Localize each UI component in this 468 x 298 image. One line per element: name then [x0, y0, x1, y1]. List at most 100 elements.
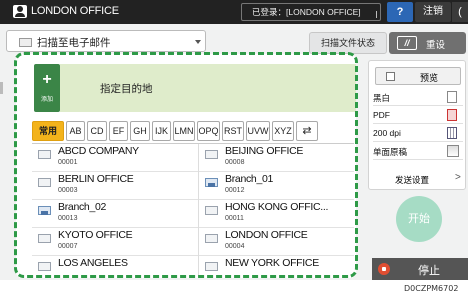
- setting-label: 单面原稿: [373, 147, 408, 157]
- logout-button[interactable]: 注销: [415, 2, 451, 22]
- group-icon: [205, 178, 218, 187]
- entry-name: LOS ANGELES: [58, 257, 128, 269]
- mail-icon: [205, 262, 218, 271]
- index-tab[interactable]: OPQ: [197, 121, 220, 141]
- start-button[interactable]: 开始: [396, 196, 442, 242]
- pdf-icon: [447, 109, 457, 121]
- group-icon: [38, 206, 51, 215]
- index-tab[interactable]: AB: [66, 121, 85, 141]
- mail-icon: [38, 234, 51, 243]
- entry-name: Branch_02: [58, 201, 107, 213]
- index-tab[interactable]: XYZ: [272, 121, 294, 141]
- login-status: 已登录：[LONDON OFFICE]: [241, 3, 381, 21]
- index-tab[interactable]: 常用: [32, 121, 64, 141]
- reset-label: 重设: [426, 40, 446, 51]
- setting-label: PDF: [373, 110, 390, 120]
- checkbox-icon: [386, 72, 395, 81]
- resolution-icon: [447, 127, 457, 139]
- reference-code: D0CZPM6702: [404, 284, 459, 293]
- address-entry[interactable]: KYOTO OFFICE 00007: [32, 228, 198, 256]
- entry-name: KYOTO OFFICE: [58, 229, 133, 241]
- entry-number: 00008: [225, 159, 245, 166]
- stop-label: 停止: [418, 265, 440, 277]
- address-entry[interactable]: LOS ANGELES: [32, 256, 198, 278]
- entry-name: NEW YORK OFFICE: [225, 257, 319, 269]
- mail-icon: [19, 38, 32, 47]
- address-list: ABCD COMPANY 00001 BEIJING OFFICE 00008 BERL…: [32, 143, 354, 278]
- add-label: 添加: [40, 97, 53, 103]
- edge-marker: [0, 82, 3, 94]
- help-button[interactable]: ?: [387, 2, 413, 22]
- scan-mode-select[interactable]: 扫描至电子邮件: [6, 30, 206, 52]
- settings-panel: 预览 黑白 PDF 200 dpi 单面原稿 发送设置 >: [368, 60, 466, 190]
- entry-number: 00007: [58, 243, 78, 250]
- setting-file-type[interactable]: PDF: [373, 107, 463, 124]
- chevron-right-icon: >: [455, 172, 461, 183]
- mail-icon: [205, 234, 218, 243]
- address-entry[interactable]: BEIJING OFFICE 00008: [199, 144, 354, 172]
- entry-name: LONDON OFFICE: [225, 229, 308, 241]
- mail-icon: [38, 178, 51, 187]
- mail-icon: [205, 206, 218, 215]
- index-tab[interactable]: CD: [87, 121, 107, 141]
- scanner-screen: LONDON OFFICE 已登录：[LONDON OFFICE] ? 注销 (…: [0, 0, 468, 280]
- stop-button[interactable]: 停止: [372, 258, 468, 280]
- setting-original[interactable]: 单面原稿: [373, 143, 463, 160]
- entry-number: 00001: [58, 159, 78, 166]
- switch-view-tab[interactable]: ⇄: [296, 121, 318, 141]
- add-destination-button[interactable]: + 添加: [34, 64, 60, 112]
- address-entry[interactable]: ABCD COMPANY 00001: [32, 144, 198, 172]
- address-entry[interactable]: NEW YORK OFFICE: [199, 256, 354, 278]
- entry-name: BEIJING OFFICE: [225, 145, 304, 157]
- top-bar: LONDON OFFICE 已登录：[LONDON OFFICE] ? 注销 (: [0, 0, 468, 24]
- index-tabs: 常用 AB CD EF GH IJK LMN OPQ RST UVW XYZ ⇄: [32, 121, 352, 143]
- entry-name: Branch_01: [225, 173, 274, 185]
- scan-mode-label: 扫描至电子邮件: [37, 37, 111, 49]
- corner-icon: [373, 11, 377, 18]
- login-status-text: 已登录：[LONDON OFFICE]: [252, 7, 361, 17]
- setting-label: 200 dpi: [373, 128, 401, 138]
- entry-name: BERLIN OFFICE: [58, 173, 134, 185]
- color-mode-icon: [447, 91, 457, 103]
- mail-icon: [38, 150, 51, 159]
- plus-icon: +: [42, 71, 52, 88]
- address-entry[interactable]: Branch_01 00012: [199, 172, 354, 200]
- address-entry[interactable]: Branch_02 00013: [32, 200, 198, 228]
- index-tab[interactable]: LMN: [173, 121, 195, 141]
- scan-status-button[interactable]: 扫描文件状态: [309, 32, 387, 54]
- send-settings-button[interactable]: 发送设置 >: [373, 171, 463, 188]
- index-tab[interactable]: UVW: [246, 121, 270, 141]
- mail-icon: [38, 262, 51, 271]
- stop-icon: [378, 263, 390, 275]
- index-tab[interactable]: IJK: [152, 121, 171, 141]
- entry-number: 00011: [225, 215, 244, 222]
- entry-number: 00012: [225, 187, 245, 194]
- power-button[interactable]: (: [452, 2, 468, 22]
- mail-icon: [205, 150, 218, 159]
- address-entry[interactable]: HONG KONG OFFIC... 00011: [199, 200, 354, 228]
- destination-field[interactable]: 指定目的地: [60, 64, 356, 112]
- office-title: LONDON OFFICE: [31, 5, 119, 17]
- setting-resolution[interactable]: 200 dpi: [373, 125, 463, 142]
- reset-button[interactable]: // 重设: [389, 32, 466, 54]
- index-tab[interactable]: EF: [109, 121, 128, 141]
- entry-number: 00004: [225, 243, 245, 250]
- setting-color[interactable]: 黑白: [373, 89, 463, 106]
- entry-number: 00013: [58, 215, 78, 222]
- address-entry[interactable]: BERLIN OFFICE 00003: [32, 172, 198, 200]
- reset-icon: //: [397, 36, 417, 50]
- preview-label: 预览: [420, 73, 439, 83]
- entry-number: 00003: [58, 187, 78, 194]
- entry-name: ABCD COMPANY: [58, 145, 139, 157]
- chevron-down-icon: [195, 40, 201, 44]
- send-settings-label: 发送设置: [395, 175, 430, 185]
- destination-panel: + 添加 指定目的地 常用 AB CD EF GH IJK LMN OPQ RST UVW XYZ ⇄…: [16, 54, 356, 278]
- single-sided-icon: [447, 145, 459, 157]
- user-icon: [13, 5, 27, 18]
- address-entry[interactable]: LONDON OFFICE 00004: [199, 228, 354, 256]
- preview-toggle[interactable]: 预览: [375, 67, 461, 85]
- entry-name: HONG KONG OFFIC...: [225, 201, 329, 213]
- destination-field-label: 指定目的地: [100, 83, 153, 95]
- index-tab[interactable]: RST: [222, 121, 244, 141]
- index-tab[interactable]: GH: [130, 121, 150, 141]
